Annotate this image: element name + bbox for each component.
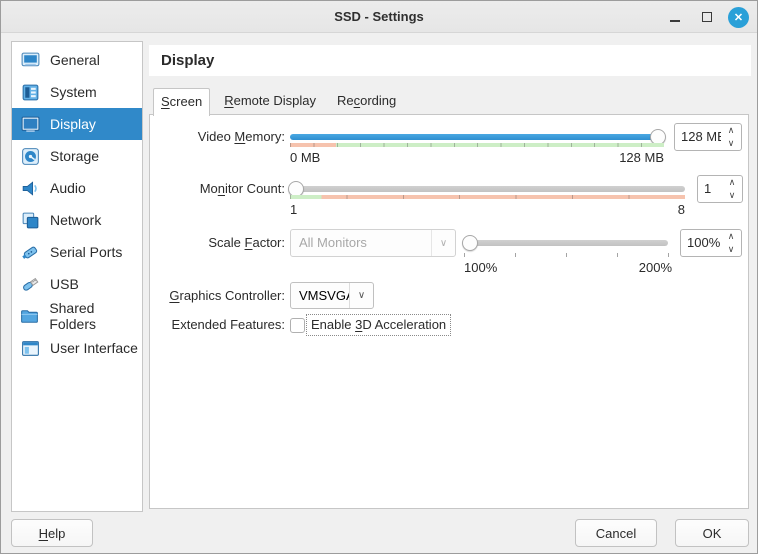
monitor-count-spin-down[interactable]: ∨	[722, 189, 742, 202]
sidebar-item-label: Display	[50, 116, 96, 132]
monitor-count-value[interactable]: 1	[698, 176, 722, 202]
video-memory-spin-down[interactable]: ∨	[721, 137, 741, 150]
video-memory-max: 128 MB	[619, 149, 664, 167]
monitor-count-min: 1	[290, 202, 297, 217]
tab-screen[interactable]: Screen	[153, 88, 210, 116]
sidebar-item-display[interactable]: Display	[12, 108, 142, 140]
scale-factor-ticks	[464, 253, 669, 257]
titlebar[interactable]: SSD - Settings ✕	[1, 1, 757, 33]
maximize-icon	[702, 12, 712, 22]
sidebar-item-label: Shared Folders	[49, 300, 142, 332]
window-controls: ✕	[664, 1, 749, 33]
settings-window: SSD - Settings ✕ General System Display	[0, 0, 758, 554]
graphics-controller-label: Graphics Controller:	[150, 282, 285, 310]
monitor-count-max: 8	[678, 201, 685, 219]
sidebar-item-label: Network	[50, 212, 101, 228]
sidebar-item-usb[interactable]: USB	[12, 268, 142, 300]
enable-3d-acceleration-checkbox[interactable]	[290, 318, 305, 333]
scale-factor-slider-handle[interactable]	[462, 235, 478, 251]
spin-down-icon: ∨	[729, 190, 736, 201]
video-memory-min: 0 MB	[290, 150, 320, 165]
scale-factor-min: 100%	[464, 260, 497, 275]
sidebar-item-label: System	[50, 84, 97, 100]
monitor-count-spinbox: 1 ∧ ∨	[697, 175, 743, 203]
sidebar-item-general[interactable]: General	[12, 44, 142, 76]
sidebar-item-label: Audio	[50, 180, 86, 196]
monitor-count-label: Monitor Count:	[150, 175, 285, 203]
close-button[interactable]: ✕	[728, 7, 749, 28]
tab-recording[interactable]: Recording	[330, 88, 403, 115]
minimize-button[interactable]	[664, 6, 686, 28]
video-memory-range-labels: 0 MB 128 MB	[290, 149, 664, 167]
ok-button[interactable]: OK	[675, 519, 749, 547]
monitor-count-scale	[290, 195, 685, 199]
sidebar-item-system[interactable]: System	[12, 76, 142, 108]
scale-factor-label: Scale Factor:	[150, 229, 285, 257]
graphics-controller-value: VMSVGA	[291, 283, 349, 308]
scale-factor-monitor-select[interactable]: All Monitors ∨	[290, 229, 456, 257]
network-icon	[19, 209, 41, 231]
monitor-count-spin-up[interactable]: ∧	[722, 176, 742, 189]
extended-features-label: Extended Features:	[150, 314, 285, 336]
minimize-icon	[670, 20, 680, 22]
storage-icon	[19, 145, 41, 167]
shared-folders-icon	[19, 305, 40, 327]
video-memory-spinbox: 128 MB ∧ ∨	[674, 123, 742, 151]
usb-icon	[19, 273, 41, 295]
sidebar-item-label: Storage	[50, 148, 99, 164]
scale-factor-range-labels: 100% 200%	[464, 259, 672, 277]
scale-factor-spin-up[interactable]: ∧	[721, 230, 741, 243]
user-interface-icon	[19, 337, 41, 359]
spin-down-icon: ∨	[728, 138, 735, 149]
system-icon	[19, 81, 41, 103]
sidebar-item-storage[interactable]: Storage	[12, 140, 142, 172]
sidebar-item-label: User Interface	[50, 340, 138, 356]
scale-factor-spinbox: 100% ∧ ∨	[680, 229, 742, 257]
sidebar-item-label: USB	[50, 276, 79, 292]
cancel-button[interactable]: Cancel	[575, 519, 657, 547]
spin-down-icon: ∨	[728, 244, 735, 255]
page-header: Display	[149, 45, 751, 76]
sidebar-item-user-interface[interactable]: User Interface	[12, 332, 142, 364]
video-memory-spin-up[interactable]: ∧	[721, 124, 741, 137]
maximize-button[interactable]	[696, 6, 718, 28]
tab-remote-display[interactable]: Remote Display	[217, 88, 323, 115]
sidebar-item-label: General	[50, 52, 100, 68]
enable-3d-acceleration-label[interactable]: Enable 3D Acceleration	[306, 314, 451, 336]
sidebar-item-shared-folders[interactable]: Shared Folders	[12, 300, 142, 332]
spin-up-icon: ∧	[728, 231, 735, 242]
help-button[interactable]: Help	[11, 519, 93, 547]
tabbar: Screen Remote Display Recording	[153, 88, 410, 115]
spin-up-icon: ∧	[729, 177, 736, 188]
serial-ports-icon	[19, 241, 41, 263]
sidebar-item-serial-ports[interactable]: Serial Ports	[12, 236, 142, 268]
sidebar-item-label: Serial Ports	[50, 244, 122, 260]
video-memory-label: Video Memory:	[150, 123, 285, 151]
video-memory-scale	[290, 143, 664, 147]
sidebar-item-audio[interactable]: Audio	[12, 172, 142, 204]
dropdown-arrow-icon: ∨	[431, 230, 455, 256]
video-memory-slider-track[interactable]	[290, 134, 664, 140]
spin-up-icon: ∧	[728, 125, 735, 136]
audio-icon	[19, 177, 41, 199]
video-memory-value[interactable]: 128 MB	[675, 124, 721, 150]
monitor-count-slider-track[interactable]	[290, 186, 685, 192]
sidebar: General System Display Storage Audio	[11, 41, 143, 512]
screen-tab-panel: Video Memory: 0 MB 128 MB 128 MB ∧ ∨ Mon…	[149, 114, 749, 509]
close-icon: ✕	[734, 11, 743, 24]
page-title: Display	[149, 45, 751, 76]
sidebar-item-network[interactable]: Network	[12, 204, 142, 236]
display-icon	[19, 113, 41, 135]
monitor-count-range-labels: 1 8	[290, 201, 685, 219]
scale-factor-slider-track[interactable]	[464, 240, 668, 246]
window-title: SSD - Settings	[1, 1, 757, 33]
scale-factor-max: 200%	[639, 259, 672, 277]
general-icon	[19, 49, 41, 71]
graphics-controller-select[interactable]: VMSVGA ∨	[290, 282, 374, 309]
scale-factor-monitor-value: All Monitors	[291, 230, 431, 256]
scale-factor-value[interactable]: 100%	[681, 230, 721, 256]
dropdown-arrow-icon: ∨	[349, 283, 373, 308]
scale-factor-spin-down[interactable]: ∨	[721, 243, 741, 256]
